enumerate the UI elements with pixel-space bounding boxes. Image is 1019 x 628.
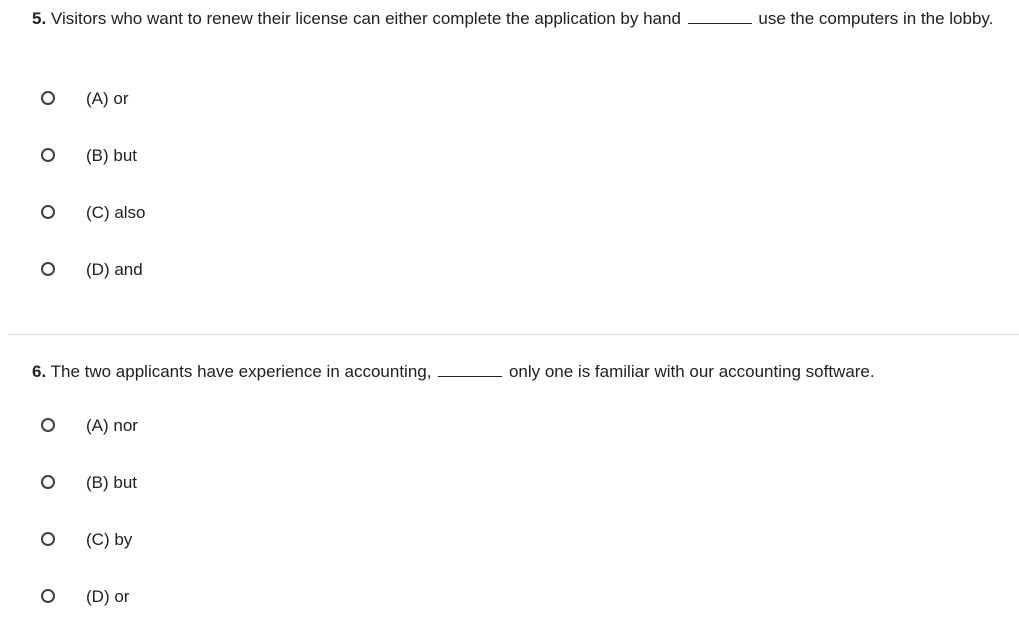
option-label: (B) but bbox=[86, 473, 138, 492]
option-b[interactable]: (B) but bbox=[30, 464, 330, 504]
question-text-before: The two applicants have experience in ac… bbox=[50, 362, 432, 381]
question-divider bbox=[8, 334, 1019, 335]
option-label: (B) but bbox=[86, 146, 138, 165]
option-label: (D) or bbox=[86, 587, 130, 606]
option-b[interactable]: (B) but bbox=[30, 137, 330, 177]
question-text-after: use the computers in the lobby. bbox=[758, 9, 994, 28]
option-a[interactable]: (A) or bbox=[30, 80, 330, 120]
radio-button-icon[interactable] bbox=[41, 205, 55, 219]
option-c[interactable]: (C) by bbox=[30, 521, 330, 561]
option-label: (A) or bbox=[86, 89, 129, 108]
option-label: (A) nor bbox=[86, 416, 138, 435]
question-stem: 5. Visitors who want to renew their lice… bbox=[32, 6, 1007, 32]
question-number: 5. bbox=[32, 9, 47, 28]
option-label: (C) by bbox=[86, 530, 133, 549]
option-d[interactable]: (D) or bbox=[30, 578, 330, 618]
answer-blank bbox=[687, 10, 752, 24]
option-label: (D) and bbox=[86, 260, 143, 279]
radio-button-icon[interactable] bbox=[41, 262, 55, 276]
radio-button-icon[interactable] bbox=[41, 418, 55, 432]
radio-button-icon[interactable] bbox=[41, 148, 55, 162]
option-c[interactable]: (C) also bbox=[30, 194, 330, 234]
answer-blank bbox=[438, 363, 503, 377]
radio-button-icon[interactable] bbox=[41, 532, 55, 546]
radio-button-icon[interactable] bbox=[41, 589, 55, 603]
question-number: 6. bbox=[32, 362, 47, 381]
option-label: (C) also bbox=[86, 203, 146, 222]
option-a[interactable]: (A) nor bbox=[30, 407, 330, 447]
radio-button-icon[interactable] bbox=[41, 475, 55, 489]
question-text-before: Visitors who want to renew their license… bbox=[50, 9, 681, 28]
question-stem: 6. The two applicants have experience in… bbox=[32, 359, 1007, 385]
option-d[interactable]: (D) and bbox=[30, 251, 330, 291]
question-text-after: only one is familiar with our accounting… bbox=[508, 362, 875, 381]
radio-button-icon[interactable] bbox=[41, 91, 55, 105]
